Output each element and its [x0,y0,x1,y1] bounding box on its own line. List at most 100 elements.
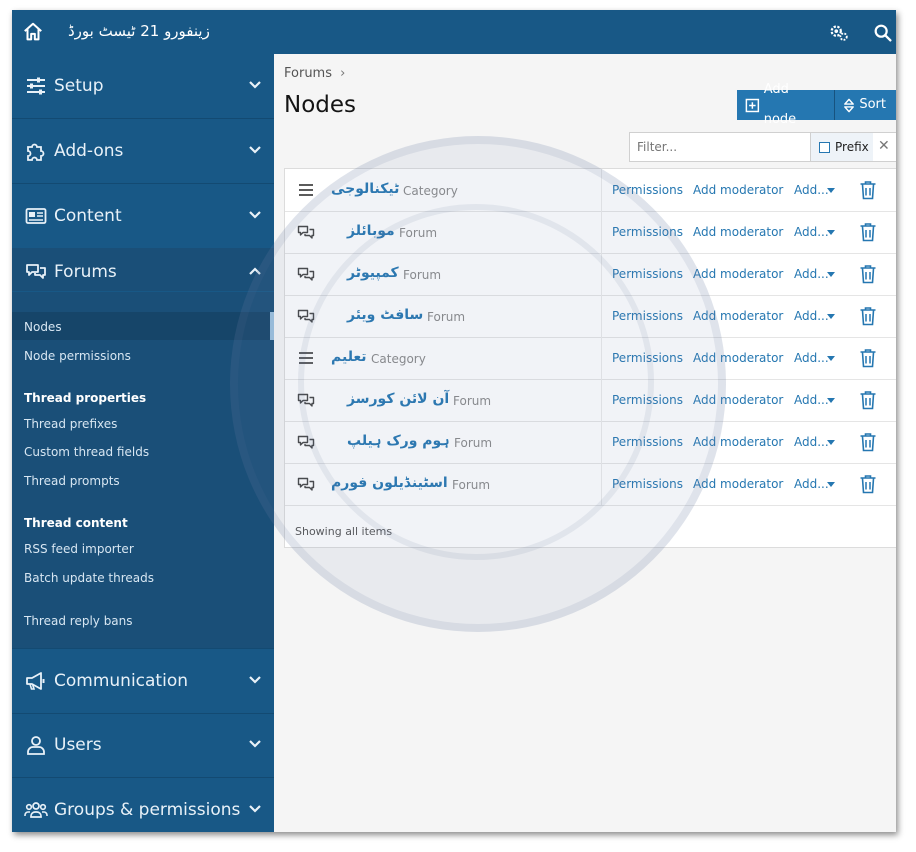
permissions-link[interactable]: Permissions [612,393,683,407]
node-title[interactable]: اسٹینڈیلون فورم [331,475,448,491]
node-type: Forum [454,436,493,450]
add-menu-link[interactable]: Add... [794,309,829,323]
chevron-down-icon [249,211,261,219]
trash-icon[interactable] [859,264,877,284]
search-icon[interactable] [872,22,894,44]
node-type: Forum [453,394,492,408]
trash-icon[interactable] [859,432,877,452]
add-menu-link[interactable]: Add... [794,393,829,407]
add-menu-link[interactable]: Add... [794,477,829,491]
permissions-link[interactable]: Permissions [612,477,683,491]
forums-submenu [12,292,274,648]
nav-section-users[interactable]: Users [12,713,274,778]
row-add-cell[interactable]: Add... [785,253,845,295]
sidebar-item-nodes[interactable]: Nodes [24,320,62,334]
nav-section-content[interactable]: Content [12,184,274,249]
filter-input[interactable] [630,133,810,161]
sidebar-item-batch-update-threads[interactable]: Batch update threads [24,571,154,585]
row-add-cell[interactable]: Add... [785,211,845,253]
nav-section-communication[interactable]: Communication [12,648,274,714]
add-menu-link[interactable]: Add... [794,351,829,365]
add-moderator-link[interactable]: Add moderator [693,477,783,491]
table-row: کمپیوٹر Forum Permissions Add moderator Add.… [285,253,896,296]
trash-icon[interactable] [859,390,877,410]
breadcrumb-item[interactable]: Forums [284,66,332,81]
prefix-checkbox[interactable] [819,142,830,153]
add-moderator-link[interactable]: Add moderator [693,351,783,365]
top-bar: زینفورو 21 ٹیسٹ بورڈ [12,10,896,54]
node-type: Forum [399,226,438,240]
megaphone-icon [26,672,45,690]
nav-section-label: Communication [54,671,188,691]
node-title[interactable]: کمپیوٹر [347,265,399,281]
permissions-link[interactable]: Permissions [612,309,683,323]
table-row: ہوم ورک ہیلپ Forum Permissions Add moderato… [285,421,896,464]
home-icon[interactable] [22,21,44,43]
row-add-cell[interactable]: Add... [785,295,845,337]
list-footer: Showing all items [295,525,393,538]
row-delete-cell [851,379,896,421]
add-menu-link[interactable]: Add... [794,267,829,281]
nav-section-groups-permissions[interactable]: Groups & permissions [12,778,274,832]
node-title[interactable]: موبائلز [347,223,395,239]
row-add-cell[interactable]: Add... [785,379,845,421]
node-title[interactable]: آن لائن کورسز [347,391,449,407]
add-node-label: Add node [763,82,797,127]
table-row: ٹیکنالوجی Category Permissions Add moderato… [285,169,896,212]
add-node-button[interactable]: Add node [737,82,835,127]
nav-section-add-ons[interactable]: Add-ons [12,119,274,184]
add-menu-link[interactable]: Add... [794,183,829,197]
row-add-cell[interactable]: Add... [785,421,845,463]
node-title[interactable]: ٹیکنالوجی [331,181,399,197]
sidebar-item-rss-feed-importer[interactable]: RSS feed importer [24,542,134,556]
add-menu-link[interactable]: Add... [794,435,829,449]
add-moderator-link[interactable]: Add moderator [693,225,783,239]
permissions-link[interactable]: Permissions [612,225,683,239]
sidebar-heading-thread-properties: Thread properties [24,391,147,405]
row-permissions-cell: Permissions [601,337,690,379]
node-title[interactable]: ہوم ورک ہیلپ [347,433,450,449]
add-moderator-link[interactable]: Add moderator [693,309,783,323]
app-window: زینفورو 21 ٹیسٹ بورڈ Setup Add-ons Conte… [12,10,896,832]
prefix-toggle[interactable]: Prefix [810,133,873,161]
cogs-icon[interactable] [828,22,850,44]
chevron-down-icon [249,81,261,89]
sidebar-item-node-permissions[interactable]: Node permissions [24,349,131,363]
node-title[interactable]: تعلیم [331,349,367,365]
page-title: Nodes [284,92,357,118]
sidebar-item-thread-prefixes[interactable]: Thread prefixes [24,417,117,431]
breadcrumb[interactable]: Forums › [284,66,345,81]
add-moderator-link[interactable]: Add moderator [693,183,783,197]
trash-icon[interactable] [859,348,877,368]
node-type: Forum [427,310,466,324]
sidebar-item-thread-prompts[interactable]: Thread prompts [24,474,120,488]
trash-icon[interactable] [859,180,877,200]
sidebar-item-thread-reply-bans[interactable]: Thread reply bans [24,614,133,628]
sidebar-item-custom-thread-fields[interactable]: Custom thread fields [24,445,149,459]
sliders-icon [27,77,45,95]
board-title[interactable]: زینفورو 21 ٹیسٹ بورڈ [68,22,210,40]
permissions-link[interactable]: Permissions [612,183,683,197]
add-moderator-link[interactable]: Add moderator [693,393,783,407]
permissions-link[interactable]: Permissions [612,351,683,365]
row-add-cell[interactable]: Add... [785,337,845,379]
permissions-link[interactable]: Permissions [612,435,683,449]
add-menu-link[interactable]: Add... [794,225,829,239]
row-delete-cell [851,421,896,463]
permissions-link[interactable]: Permissions [612,267,683,281]
sort-button[interactable]: Sort [835,90,896,120]
node-title[interactable]: سافٹ ویئر [347,307,423,323]
nav-section-setup[interactable]: Setup [12,54,274,119]
row-moderator-cell: Add moderator [689,379,785,421]
row-add-cell[interactable]: Add... [785,463,845,505]
nav-section-label: Setup [54,76,104,96]
nav-section-forums[interactable]: Forums [12,248,274,291]
add-moderator-link[interactable]: Add moderator [693,267,783,281]
trash-icon[interactable] [859,306,877,326]
clear-filter-icon[interactable]: ✕ [878,138,890,154]
node-type: Forum [452,478,491,492]
trash-icon[interactable] [859,222,877,242]
row-add-cell[interactable]: Add... [785,169,845,211]
add-moderator-link[interactable]: Add moderator [693,435,783,449]
trash-icon[interactable] [859,474,877,494]
